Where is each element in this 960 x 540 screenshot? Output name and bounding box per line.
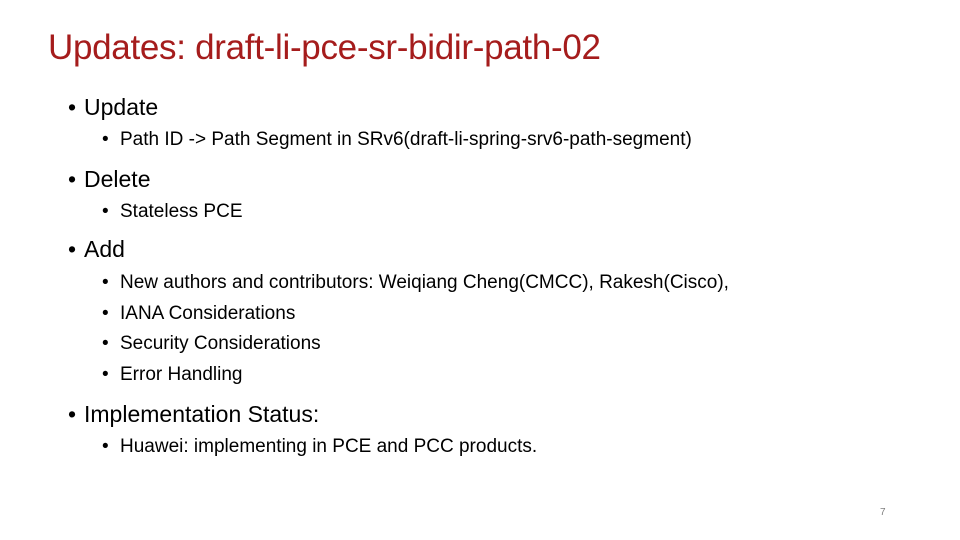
slide-title: Updates: draft-li-pce-sr-bidir-path-02 [48, 28, 601, 67]
bullet-icon: • [68, 94, 77, 120]
item-text: Huawei: implementing in PCE and PCC prod… [120, 436, 538, 457]
bullet-icon: • [102, 272, 109, 293]
section-heading-update: • Update [68, 94, 158, 121]
bullet-icon: • [102, 129, 109, 150]
list-item: • New authors and contributors: Weiqiang … [102, 272, 729, 294]
item-text: Security Considerations [120, 333, 321, 354]
section-heading-implementation-status: • Implementation Status: [68, 401, 319, 428]
bullet-icon: • [68, 166, 77, 192]
item-text: New authors and contributors: Weiqiang C… [120, 272, 729, 293]
item-text: Stateless PCE [120, 201, 243, 222]
bullet-icon: • [102, 201, 109, 222]
bullet-icon: • [68, 401, 77, 427]
bullet-icon: • [102, 303, 109, 324]
list-item: • Huawei: implementing in PCE and PCC pro… [102, 436, 537, 458]
page-number: 7 [880, 507, 886, 518]
bullet-icon: • [102, 333, 109, 354]
list-item: • IANA Considerations [102, 303, 295, 325]
heading-text: Add [84, 236, 125, 262]
list-item: • Path ID -> Path Segment in SRv6(draft-l… [102, 129, 692, 151]
bullet-icon: • [68, 236, 77, 262]
heading-text: Implementation Status: [84, 401, 320, 427]
section-heading-delete: • Delete [68, 166, 150, 193]
heading-text: Delete [84, 166, 151, 192]
heading-text: Update [84, 94, 159, 120]
item-text: IANA Considerations [120, 303, 296, 324]
item-text: Error Handling [120, 364, 243, 385]
bullet-icon: • [102, 436, 109, 457]
item-text: Path ID -> Path Segment in SRv6(draft-li… [120, 129, 692, 150]
list-item: • Error Handling [102, 364, 243, 386]
section-heading-add: • Add [68, 236, 125, 263]
list-item: • Security Considerations [102, 333, 321, 355]
bullet-icon: • [102, 364, 109, 385]
list-item: • Stateless PCE [102, 201, 243, 223]
